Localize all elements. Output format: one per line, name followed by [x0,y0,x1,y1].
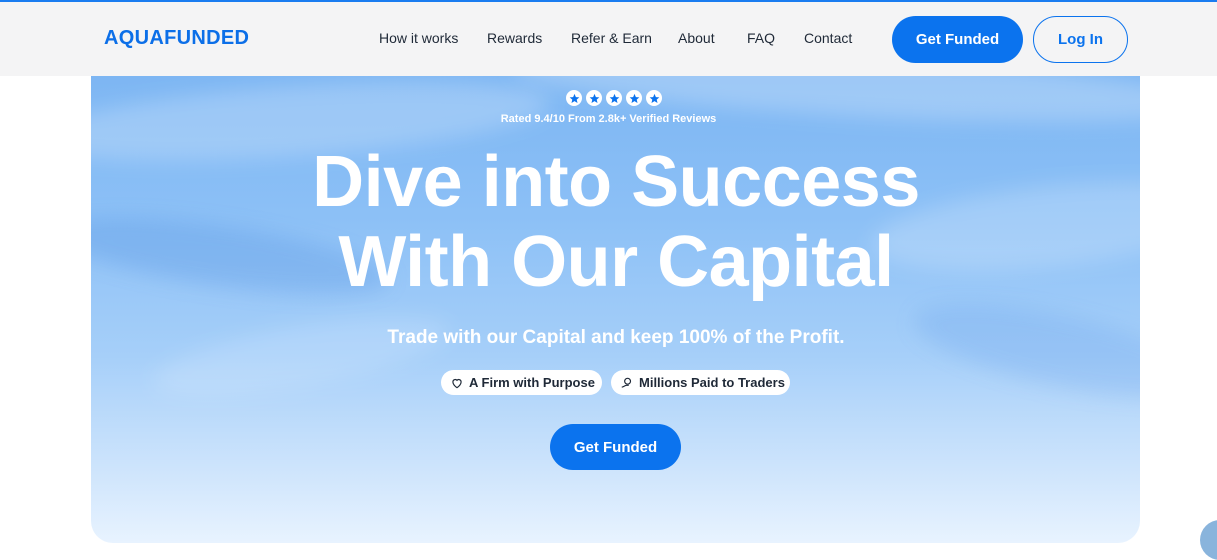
badge-millions-paid: Millions Paid to Traders [611,370,790,395]
badge-label: A Firm with Purpose [469,375,595,390]
water-wave [148,300,454,412]
hero-headline: Dive into Success With Our Capital [0,142,1217,302]
navbar: AQUAFUNDED How it works Rewards Refer & … [0,2,1217,76]
badge-firm-with-purpose: A Firm with Purpose [441,370,602,395]
headline-line-1: Dive into Success [312,142,920,222]
rating-stars [566,90,662,106]
nav-link-rewards[interactable]: Rewards [487,30,542,46]
star-icon [646,90,662,106]
coin-hand-icon [621,377,632,388]
star-icon [626,90,642,106]
get-funded-button[interactable]: Get Funded [892,16,1023,63]
star-icon [586,90,602,106]
nav-link-contact[interactable]: Contact [804,30,852,46]
water-wave [907,285,1140,417]
rating-text: Rated 9.4/10 From 2.8k+ Verified Reviews [500,113,717,125]
star-icon [606,90,622,106]
nav-link-refer-earn[interactable]: Refer & Earn [571,30,652,46]
hero-subheadline: Trade with our Capital and keep 100% of … [387,327,845,348]
logo[interactable]: AQUAFUNDED [104,27,249,50]
nav-link-faq[interactable]: FAQ [747,30,775,46]
nav-link-how-it-works[interactable]: How it works [379,30,458,46]
heart-icon [452,378,462,388]
headline-line-2: With Our Capital [338,222,894,302]
login-button[interactable]: Log In [1033,16,1128,63]
hero-get-funded-button[interactable]: Get Funded [550,424,681,470]
star-icon [566,90,582,106]
chat-widget-icon[interactable] [1200,520,1217,560]
nav-link-about[interactable]: About [678,30,715,46]
badge-label: Millions Paid to Traders [639,375,785,390]
